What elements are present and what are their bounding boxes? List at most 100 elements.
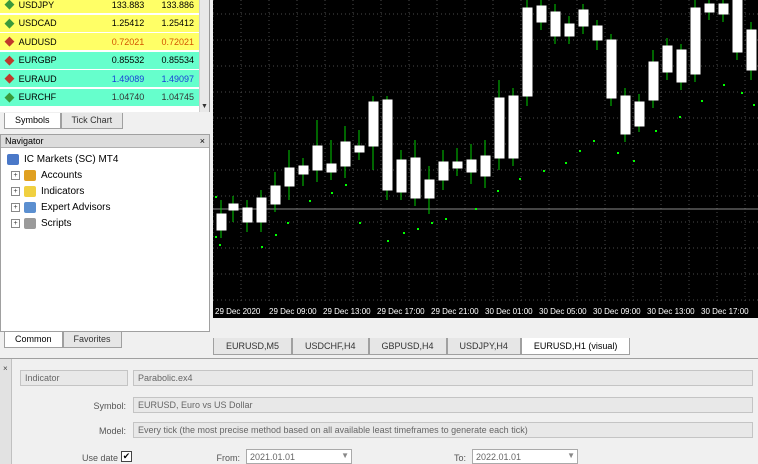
candle-body bbox=[284, 167, 295, 187]
chart-tab[interactable]: USDJPY,H4 bbox=[446, 338, 521, 355]
candle-body bbox=[326, 163, 337, 173]
expert-type-select[interactable]: Indicator bbox=[20, 370, 128, 386]
symbol-name: USDCAD bbox=[18, 18, 57, 28]
symbol-diamond-icon bbox=[4, 36, 15, 47]
tab-symbols[interactable]: Symbols bbox=[4, 113, 61, 129]
candle-body bbox=[578, 9, 589, 27]
bid-price: 0.85532 bbox=[111, 55, 145, 65]
expand-icon[interactable]: + bbox=[11, 218, 20, 228]
market-watch-row[interactable]: EURAUD 1.49089 1.49097 bbox=[0, 70, 200, 87]
tab-favorites[interactable]: Favorites bbox=[62, 332, 122, 348]
chart-tab[interactable]: EURUSD,H1 (visual) bbox=[520, 338, 631, 355]
use-date-label: Use date bbox=[81, 453, 118, 463]
market-watch-row[interactable]: USDCAD 1.25412 1.25412 bbox=[0, 14, 200, 32]
candle-body bbox=[480, 155, 491, 177]
navigator-title: Navigator bbox=[5, 136, 44, 146]
candle-body bbox=[396, 159, 407, 193]
sar-dot bbox=[215, 236, 217, 238]
bid-price: 0.72021 bbox=[111, 36, 145, 47]
model-label: Model: bbox=[98, 426, 126, 436]
sar-dot bbox=[579, 150, 581, 152]
date-dropdown-icon[interactable]: ▼ bbox=[567, 451, 575, 460]
expand-icon[interactable]: + bbox=[11, 170, 20, 180]
expand-icon[interactable]: + bbox=[11, 186, 20, 196]
chart-tab[interactable]: GBPUSD,H4 bbox=[368, 338, 447, 355]
candle-body bbox=[228, 203, 239, 211]
price-chart[interactable]: 29 Dec 2020 29 Dec 09:00 29 Dec 13:00 29 De… bbox=[213, 0, 758, 318]
symbol-diamond-icon bbox=[4, 73, 15, 84]
symbol-diamond-icon bbox=[4, 0, 15, 10]
time-axis-label: 30 Dec 17:00 bbox=[701, 307, 749, 316]
use-date-checkbox[interactable]: ✔ bbox=[121, 451, 132, 462]
market-watch-row[interactable]: EURCHF 1.04740 1.04745 bbox=[0, 88, 200, 106]
from-date-picker[interactable]: 2021.01.01 ▼ bbox=[246, 449, 352, 464]
symbol-diamond-icon bbox=[4, 18, 15, 28]
symbol-name: EURGBP bbox=[18, 55, 57, 65]
candle-body bbox=[354, 145, 365, 153]
nav-item-label: Indicators bbox=[41, 185, 85, 197]
chart-tabs: EURUSD,M5 USDCHF,H4 GBPUSD,H4 USDJPY,H4 EURU… bbox=[213, 338, 631, 356]
date-dropdown-icon[interactable]: ▼ bbox=[341, 451, 349, 460]
nav-item-expert-advisors[interactable]: + Expert Advisors bbox=[11, 199, 110, 215]
sar-dot bbox=[219, 244, 221, 246]
chart-tab[interactable]: USDCHF,H4 bbox=[292, 338, 369, 355]
candle-body bbox=[564, 23, 575, 37]
market-watch-panel: USDJPY 133.883 133.886 USDCAD 1.25412 1.25412… bbox=[0, 0, 210, 112]
sar-dot bbox=[215, 196, 217, 198]
market-watch-row[interactable]: AUDUSD 0.72021 0.72021 bbox=[0, 33, 200, 50]
market-watch-scrollbar[interactable]: ▼ bbox=[199, 0, 209, 112]
nav-root-item[interactable]: IC Markets (SC) MT4 bbox=[7, 151, 118, 167]
candle-body bbox=[312, 145, 323, 171]
scroll-down-icon[interactable]: ▼ bbox=[201, 103, 208, 110]
sar-dot bbox=[417, 228, 419, 230]
ask-price: 1.49097 bbox=[161, 73, 194, 84]
sar-dot bbox=[679, 116, 681, 118]
candle-body bbox=[676, 49, 687, 83]
chart-tab[interactable]: EURUSD,M5 bbox=[213, 338, 293, 355]
sar-dot bbox=[275, 234, 277, 236]
sar-dot bbox=[701, 100, 703, 102]
candlestick-chart[interactable]: 29 Dec 2020 29 Dec 09:00 29 Dec 13:00 29 De… bbox=[213, 0, 758, 318]
candle-body bbox=[550, 11, 561, 37]
symbol-name: USDJPY bbox=[18, 0, 55, 10]
sar-dot bbox=[633, 160, 635, 162]
tab-tick-chart[interactable]: Tick Chart bbox=[60, 113, 124, 129]
candle-body bbox=[216, 213, 227, 231]
to-date-picker[interactable]: 2022.01.01 ▼ bbox=[472, 449, 578, 464]
candle-body bbox=[466, 159, 477, 173]
model-select[interactable]: Every tick (the most precise method base… bbox=[133, 422, 753, 438]
sar-dot bbox=[565, 162, 567, 164]
candle-body bbox=[340, 141, 351, 167]
indicator-select[interactable]: Parabolic.ex4 bbox=[133, 370, 753, 386]
terminal-window: { "market_watch": { "rows": [ {"symbol":… bbox=[0, 0, 758, 464]
symbol-name: EURAUD bbox=[18, 73, 57, 84]
expand-icon[interactable]: + bbox=[11, 202, 20, 212]
market-watch-row[interactable]: USDJPY 133.883 133.886 bbox=[0, 0, 200, 13]
sar-dot bbox=[331, 192, 333, 194]
ask-price: 1.25412 bbox=[161, 18, 194, 28]
nav-item-indicators[interactable]: + Indicators bbox=[11, 183, 84, 199]
candle-body bbox=[270, 185, 281, 205]
navigator-close-icon[interactable]: × bbox=[200, 136, 205, 146]
expert-advisors-icon bbox=[24, 201, 36, 213]
sar-dot bbox=[261, 246, 263, 248]
tester-close-icon[interactable]: × bbox=[3, 364, 8, 373]
from-label: From: bbox=[216, 453, 241, 463]
candle-body bbox=[662, 45, 673, 73]
candle-body bbox=[382, 99, 393, 191]
nav-item-accounts[interactable]: + Accounts bbox=[11, 167, 82, 183]
market-watch-row[interactable]: EURGBP 0.85532 0.85534 bbox=[0, 51, 200, 69]
sar-dot bbox=[741, 92, 743, 94]
time-axis-label: 29 Dec 17:00 bbox=[377, 307, 425, 316]
candle-body bbox=[256, 197, 267, 223]
candle-body bbox=[704, 3, 715, 13]
sar-dot bbox=[519, 178, 521, 180]
nav-item-scripts[interactable]: + Scripts bbox=[11, 215, 72, 231]
sar-dot bbox=[403, 232, 405, 234]
symbol-select[interactable]: EURUSD, Euro vs US Dollar bbox=[133, 397, 753, 413]
candle-body bbox=[536, 5, 547, 23]
sar-dot bbox=[431, 222, 433, 224]
candle-body bbox=[522, 7, 533, 97]
candle-body bbox=[508, 95, 519, 159]
tab-common[interactable]: Common bbox=[4, 332, 63, 348]
